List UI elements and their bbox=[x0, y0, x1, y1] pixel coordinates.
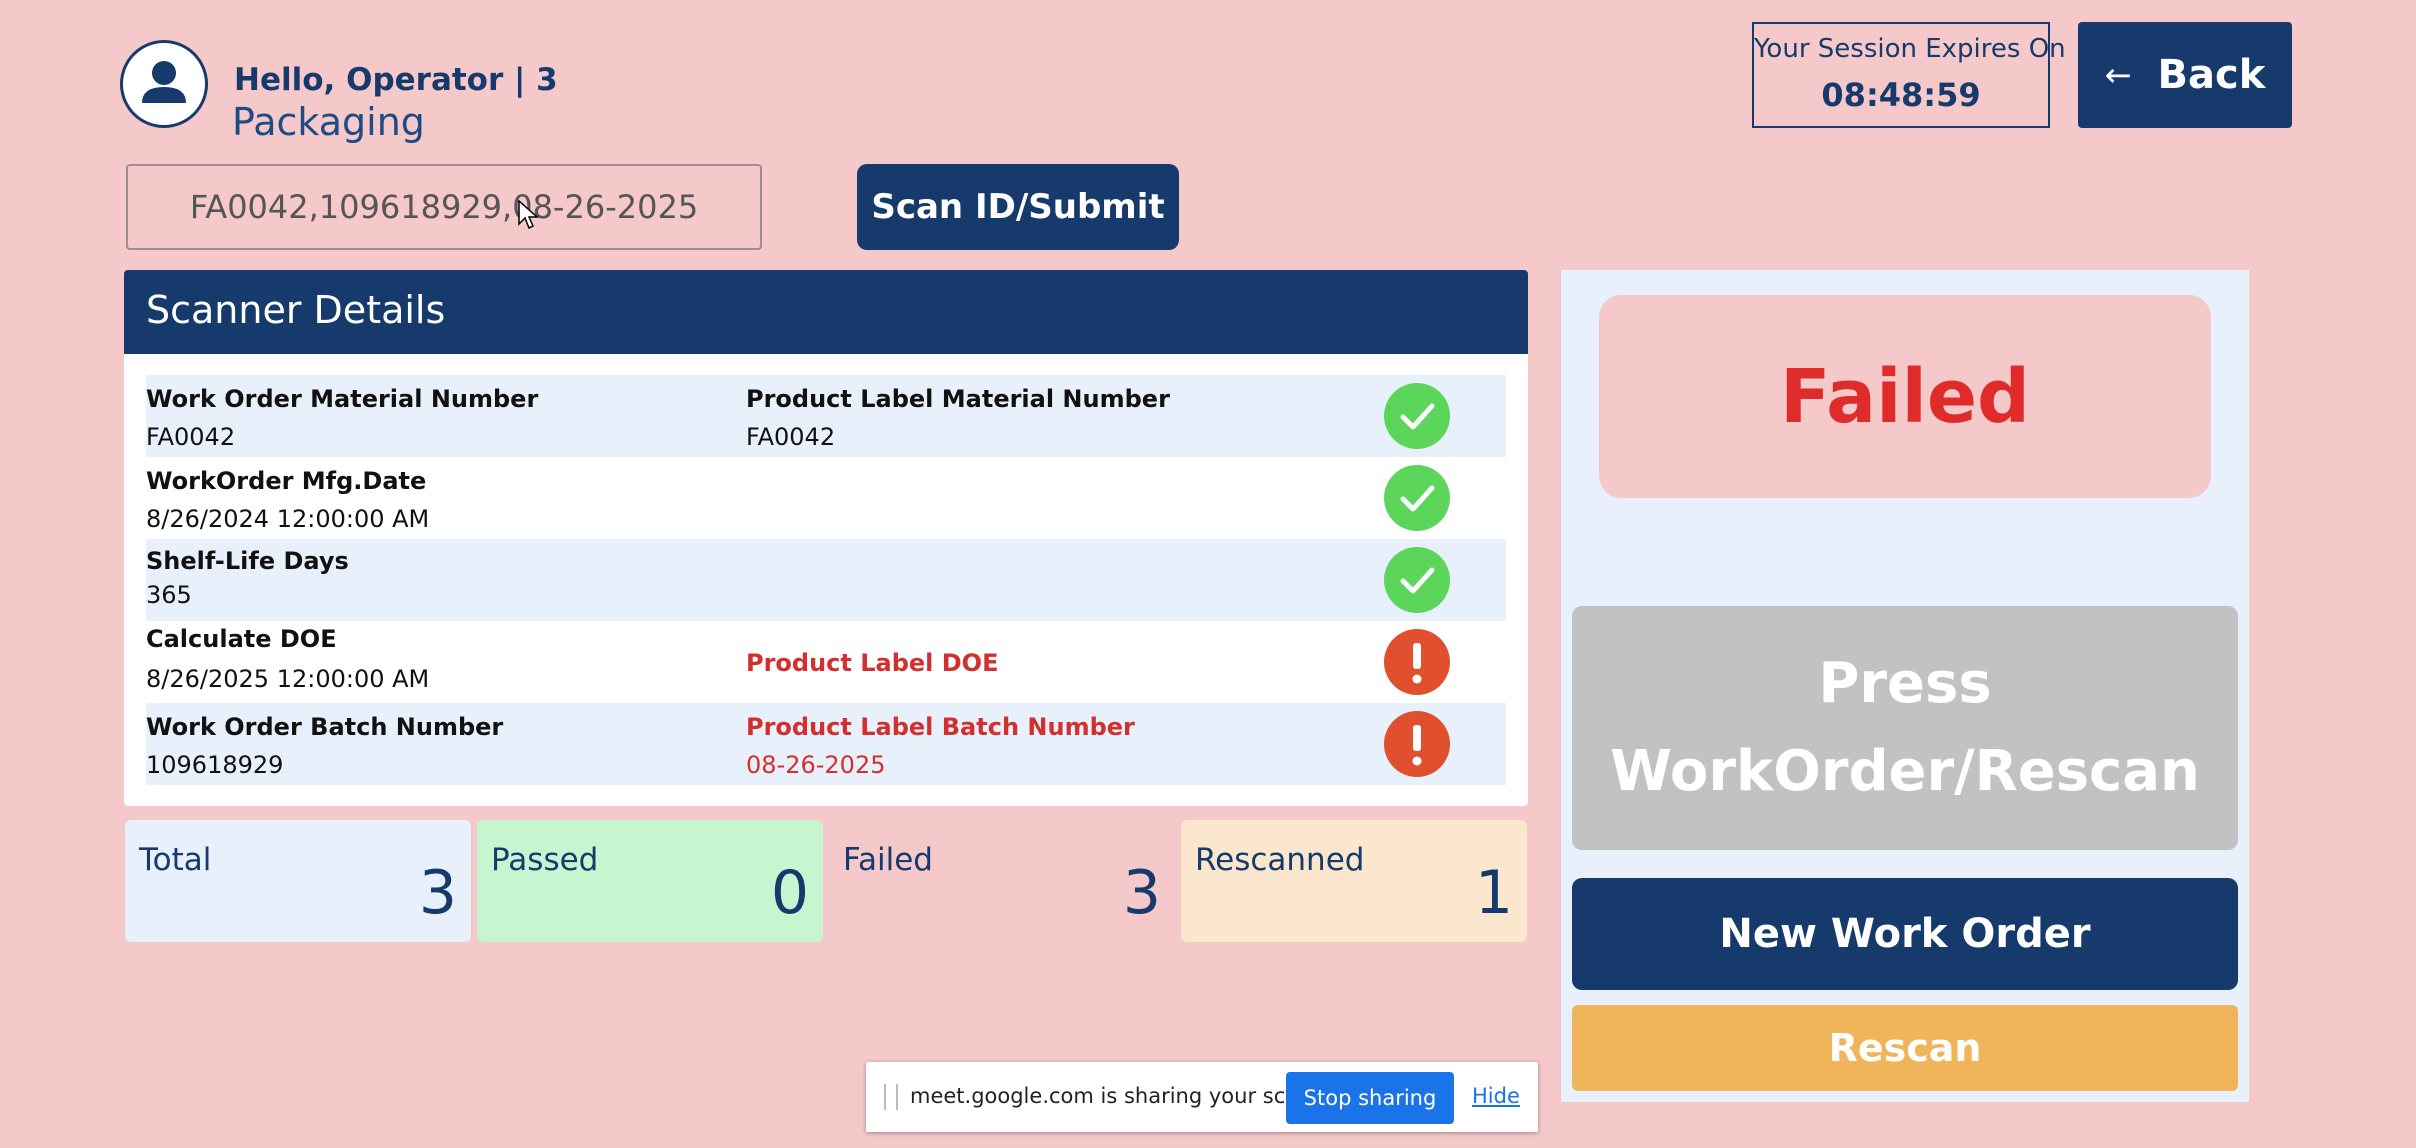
stat-rescanned: Rescanned 1 bbox=[1181, 820, 1527, 942]
instruction-line-1: Press bbox=[1818, 651, 1992, 716]
stat-rescanned-value: 1 bbox=[1474, 858, 1513, 928]
label-field-value: FA0042 bbox=[746, 423, 836, 451]
scan-submit-button[interactable]: Scan ID/Submit bbox=[857, 164, 1179, 250]
stat-failed-label: Failed bbox=[843, 842, 933, 878]
label-field-name: Product Label DOE bbox=[746, 649, 999, 677]
check-icon bbox=[1384, 465, 1450, 531]
label-field-name: Product Label Material Number bbox=[746, 385, 1170, 413]
exclamation-icon bbox=[1384, 629, 1450, 695]
stat-passed-value: 0 bbox=[770, 858, 809, 928]
detail-value: 365 bbox=[146, 581, 192, 609]
screen-share-message: meet.google.com is sharing your screen. bbox=[910, 1084, 1340, 1108]
detail-row-mfg-date: WorkOrder Mfg.Date 8/26/2024 12:00:00 AM bbox=[146, 457, 1506, 539]
detail-row-material-number: Work Order Material Number FA0042 Produc… bbox=[146, 375, 1506, 457]
detail-label: Work Order Material Number bbox=[146, 385, 539, 413]
detail-label: Shelf-Life Days bbox=[146, 547, 349, 575]
rescan-button[interactable]: Rescan bbox=[1572, 1005, 2238, 1091]
stat-total-label: Total bbox=[139, 842, 212, 878]
stat-passed-label: Passed bbox=[491, 842, 599, 878]
stat-failed-value: 3 bbox=[1122, 858, 1161, 928]
back-button-label: Back bbox=[2157, 52, 2266, 98]
back-button[interactable]: ← Back bbox=[2078, 22, 2292, 128]
instruction-line-2: WorkOrder/Rescan bbox=[1610, 739, 2200, 804]
exclamation-icon bbox=[1384, 711, 1450, 777]
detail-label: Calculate DOE bbox=[146, 625, 337, 653]
new-work-order-button[interactable]: New Work Order bbox=[1572, 878, 2238, 990]
operator-greeting: Hello, Operator | 3 bbox=[234, 62, 558, 98]
stat-failed: Failed 3 bbox=[829, 820, 1175, 942]
label-field-name: Product Label Batch Number bbox=[746, 713, 1135, 741]
label-field-value: 08-26-2025 bbox=[746, 751, 886, 779]
stat-total: Total 3 bbox=[125, 820, 471, 942]
detail-label: WorkOrder Mfg.Date bbox=[146, 467, 427, 495]
detail-row-calculate-doe: Calculate DOE 8/26/2025 12:00:00 AM Prod… bbox=[146, 621, 1506, 703]
scanner-details-title: Scanner Details bbox=[124, 270, 1528, 354]
check-icon bbox=[1384, 383, 1450, 449]
session-expiry-time: 08:48:59 bbox=[1821, 76, 1981, 114]
press-workorder-rescan-button: Press WorkOrder/Rescan bbox=[1572, 606, 2238, 850]
scan-id-input[interactable] bbox=[126, 164, 762, 250]
detail-value: 8/26/2025 12:00:00 AM bbox=[146, 665, 430, 693]
detail-row-batch-number: Work Order Batch Number 109618929 Produc… bbox=[146, 703, 1506, 785]
drag-handle-icon[interactable] bbox=[884, 1084, 898, 1110]
detail-value: 8/26/2024 12:00:00 AM bbox=[146, 505, 430, 533]
detail-row-shelf-life: Shelf-Life Days 365 bbox=[146, 539, 1506, 621]
hide-banner-link[interactable]: Hide bbox=[1472, 1084, 1520, 1108]
department-label: Packaging bbox=[232, 100, 425, 144]
detail-value: 109618929 bbox=[146, 751, 284, 779]
check-icon bbox=[1384, 547, 1450, 613]
stat-total-value: 3 bbox=[418, 858, 457, 928]
screen-share-banner: meet.google.com is sharing your screen. … bbox=[866, 1062, 1538, 1132]
session-expiry-box: Your Session Expires On 08:48:59 bbox=[1752, 22, 2066, 128]
result-status: Failed bbox=[1599, 295, 2211, 498]
detail-label: Work Order Batch Number bbox=[146, 713, 504, 741]
mouse-cursor-icon bbox=[518, 199, 539, 230]
stat-passed: Passed 0 bbox=[477, 820, 823, 942]
user-avatar-icon bbox=[120, 40, 208, 128]
arrow-left-icon: ← bbox=[2104, 56, 2132, 94]
stop-sharing-button[interactable]: Stop sharing bbox=[1286, 1072, 1454, 1124]
detail-value: FA0042 bbox=[146, 423, 236, 451]
session-expiry-label: Your Session Expires On bbox=[1754, 34, 2066, 64]
stat-rescanned-label: Rescanned bbox=[1195, 842, 1365, 878]
